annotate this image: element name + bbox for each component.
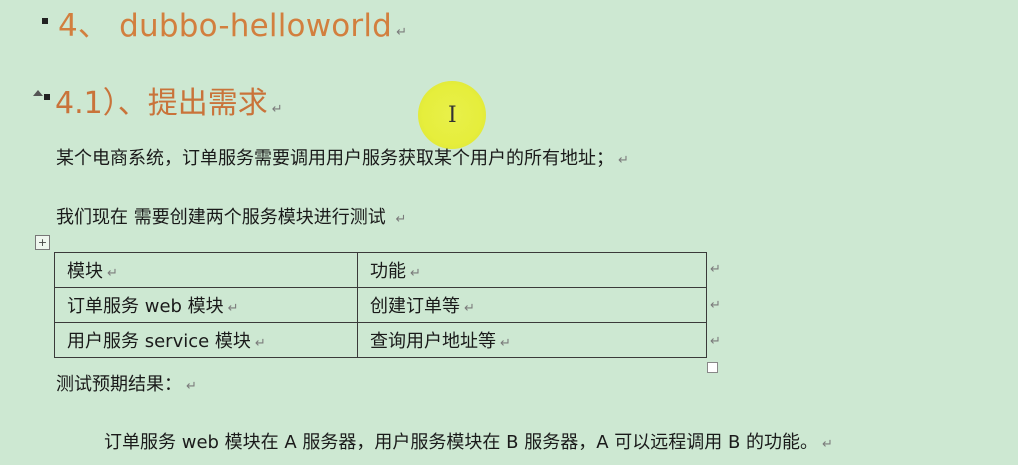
- cell-text: 功能: [370, 261, 406, 282]
- expected-result-paragraph: 订单服务 web 模块在 A 服务器，用户服务模块在 B 服务器，A 可以远程调…: [104, 428, 833, 454]
- cell-text: 查询用户地址等: [370, 331, 496, 352]
- paragraph-mark: ↵: [396, 25, 408, 40]
- table-cell[interactable]: 功能 ↵: [357, 252, 707, 288]
- cell-text: 用户服务 service 模块: [67, 331, 251, 352]
- table-row: 用户服务 service 模块 ↵ 查询用户地址等 ↵: [54, 322, 707, 358]
- table-cell[interactable]: 用户服务 service 模块 ↵: [54, 322, 358, 358]
- requirement-text: 某个电商系统，订单服务需要调用用户服务获取某个用户的所有地址；: [56, 148, 614, 169]
- cell-mark: ↵: [410, 266, 421, 281]
- table-cell[interactable]: 订单服务 web 模块 ↵: [54, 287, 358, 323]
- table-cell[interactable]: 查询用户地址等 ↵: [357, 322, 707, 358]
- collapse-triangle-icon[interactable]: [33, 90, 43, 96]
- expected-result-text: 订单服务 web 模块在 A 服务器，用户服务模块在 B 服务器，A 可以远程调…: [104, 432, 819, 453]
- paragraph-mark: ↵: [186, 379, 197, 394]
- table-row: 订单服务 web 模块 ↵ 创建订单等 ↵: [54, 287, 707, 323]
- expected-label-text: 测试预期结果：: [56, 374, 182, 395]
- paragraph-mark: ↵: [395, 212, 407, 227]
- table-resize-handle[interactable]: [707, 362, 718, 373]
- plan-text: 我们现在 需要创建两个服务模块进行测试: [56, 207, 392, 228]
- heading-1-bullet: [42, 18, 48, 24]
- cell-text: 模块: [67, 261, 103, 282]
- paragraph-mark: ↵: [822, 437, 833, 452]
- row-end-mark: ↵: [710, 298, 721, 313]
- cell-mark: ↵: [227, 301, 239, 316]
- heading-1-text: 4、 dubbo-helloworld: [58, 8, 393, 44]
- cell-mark: ↵: [107, 266, 118, 281]
- expected-label-paragraph: 测试预期结果： ↵: [56, 370, 197, 396]
- table-cell[interactable]: 创建订单等 ↵: [357, 287, 707, 323]
- cell-mark: ↵: [500, 336, 511, 351]
- heading-2-bullet: [44, 94, 50, 100]
- row-end-mark: ↵: [710, 262, 721, 277]
- paragraph-mark: ↵: [618, 153, 629, 168]
- cell-mark: ↵: [254, 336, 266, 351]
- table-row: 模块 ↵ 功能 ↵: [54, 252, 707, 288]
- heading-2: 4.1）、提出需求 ↵: [55, 78, 283, 122]
- module-table: 模块 ↵ 功能 ↵ 订单服务 web 模块 ↵ 创建订单等 ↵ 用户服务 service…: [54, 252, 707, 358]
- cell-text: 创建订单等: [370, 296, 460, 317]
- row-end-mark: ↵: [710, 334, 721, 349]
- requirement-paragraph: 某个电商系统，订单服务需要调用用户服务获取某个用户的所有地址； ↵: [56, 144, 629, 170]
- paragraph-mark: ↵: [271, 102, 283, 117]
- heading-2-text: 4.1）、提出需求: [55, 86, 268, 121]
- cell-text: 订单服务 web 模块: [67, 296, 224, 317]
- table-cell[interactable]: 模块 ↵: [54, 252, 358, 288]
- table-move-handle-icon[interactable]: +: [35, 235, 50, 250]
- plan-paragraph: 我们现在 需要创建两个服务模块进行测试 ↵: [56, 203, 406, 229]
- heading-1: 4、 dubbo-helloworld ↵: [58, 0, 407, 45]
- cell-mark: ↵: [464, 301, 475, 316]
- text-cursor-icon: I: [448, 103, 457, 128]
